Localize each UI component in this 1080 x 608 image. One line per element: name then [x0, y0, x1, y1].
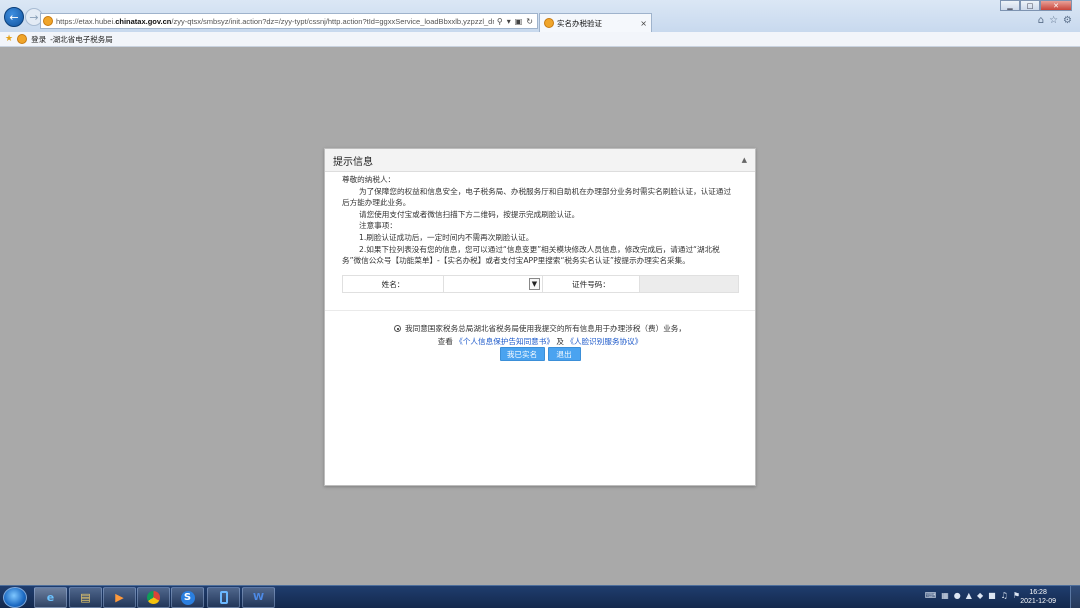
- favorite-site-link[interactable]: -湖北省电子税务局: [50, 34, 113, 45]
- address-tools: ⚲ ▾ ▣ ↻: [497, 17, 537, 26]
- shield-icon[interactable]: ◆: [977, 591, 983, 600]
- home-icon[interactable]: ⌂: [1038, 15, 1044, 26]
- favorite-site-icon: [17, 34, 28, 44]
- agree-radio[interactable]: [394, 325, 402, 332]
- word-icon[interactable]: W: [242, 587, 275, 608]
- taskbar: e ▤ ▶ S W ⌨ ▦ ● ▲ ◆ ■ ♫ ⚑ 16:28 2021-12-…: [0, 585, 1080, 608]
- view-prefix: 查看: [437, 337, 453, 346]
- dialog-body: 尊敬的纳税人： 为了保障您的权益和信息安全，电子税务局、办税服务厅和自助机在办理…: [325, 172, 755, 267]
- exit-button[interactable]: 退出: [547, 347, 581, 361]
- notice-dialog: 提示信息 ▲ 尊敬的纳税人： 为了保障您的权益和信息安全，电子税务局、办税服务厅…: [324, 148, 756, 486]
- explorer-icon[interactable]: ▤: [69, 587, 102, 608]
- gear-icon[interactable]: ⚙: [1063, 15, 1072, 26]
- system-tray: ⌨ ▦ ● ▲ ◆ ■ ♫ ⚑: [925, 591, 1020, 600]
- url-path: /zyy-qtsx/smbsyz/init.action?dz=/zyy-typ…: [171, 16, 494, 26]
- maximize-button[interactable]: □: [1020, 0, 1040, 11]
- clock-time: 16:28: [1029, 589, 1047, 596]
- confirm-verified-button[interactable]: 我已实名: [499, 347, 545, 361]
- star-icon[interactable]: ☆: [1049, 15, 1058, 26]
- dialog-title: 提示信息: [333, 156, 373, 168]
- note-2: 2.如果下拉列表没有您的信息，您可以通过“信息变更”相关模块修改人员信息，修改完…: [342, 244, 720, 266]
- favorites-bar: ★ 登录 -湖北省电子税务局: [0, 32, 1080, 47]
- phone-icon[interactable]: [207, 587, 240, 608]
- agreement-line: 我同意国家税务总局湖北省税务局使用我提交的所有信息用于办理涉税（费）业务，: [325, 322, 755, 335]
- qq-icon[interactable]: ●: [954, 591, 961, 600]
- show-desktop-button[interactable]: [1070, 586, 1080, 608]
- tab-smbs[interactable]: 实名办税验证 ×: [539, 13, 652, 32]
- id-number-field[interactable]: [639, 276, 738, 292]
- name-label: 姓名：: [381, 279, 405, 289]
- volume-icon[interactable]: ♫: [1001, 591, 1008, 600]
- chevron-down-icon[interactable]: ▼: [529, 278, 540, 290]
- browser-tools: ⌂ ☆ ⚙: [1038, 15, 1072, 26]
- tab-title: 实名办税验证: [557, 18, 602, 28]
- id-number-label: 证件号码：: [572, 279, 610, 289]
- start-button[interactable]: [3, 587, 27, 608]
- dropdown-icon[interactable]: ▾: [507, 17, 511, 26]
- face-recognition-agreement-link[interactable]: 《人脸识别服务协议》: [566, 337, 642, 346]
- tab-close-icon[interactable]: ×: [640, 19, 651, 28]
- identity-form-row: 姓名： ▼ 证件号码：: [342, 275, 739, 293]
- refresh-icon[interactable]: ↻: [526, 17, 533, 26]
- agreement-text: 我同意国家税务总局湖北省税务局使用我提交的所有信息用于办理涉税（费）业务，: [405, 324, 686, 333]
- browser-titlebar: ← → https://etax.hubei.chinatax.gov.cn/z…: [0, 0, 1080, 32]
- ie-icon[interactable]: e: [34, 587, 67, 608]
- search-icon[interactable]: ⚲: [497, 17, 503, 26]
- keyboard-icon[interactable]: ⌨: [925, 591, 937, 600]
- favorite-login-link[interactable]: 登录: [31, 34, 46, 45]
- close-window-button[interactable]: ✕: [1040, 0, 1072, 11]
- sogou-icon[interactable]: S: [171, 587, 204, 608]
- notice-paragraph-1: 为了保障您的权益和信息安全，电子税务局、办税服务厅和自助机在办理部分业务时需实名…: [342, 186, 732, 208]
- minimize-button[interactable]: ▁: [1000, 0, 1020, 11]
- network-icon[interactable]: ▦: [941, 591, 949, 600]
- notice-paragraph-2: 请您使用支付宝或者微信扫描下方二维码，按提示完成刷脸认证。: [359, 209, 580, 219]
- dialog-buttons: 我已实名 退出: [325, 347, 755, 361]
- notes-title: 注意事项：: [359, 221, 397, 231]
- privacy-consent-link[interactable]: 《个人信息保护告知同意书》: [455, 337, 554, 346]
- arrow-left-icon: ←: [9, 10, 19, 24]
- folder-icon[interactable]: ■: [988, 591, 996, 600]
- flag-icon[interactable]: ⚑: [1013, 591, 1020, 600]
- address-bar[interactable]: https://etax.hubei.chinatax.gov.cn/zyy-q…: [40, 13, 538, 29]
- greeting: 尊敬的纳税人：: [342, 175, 396, 184]
- site-favicon-icon: [43, 16, 53, 26]
- window-controls: ▁ □ ✕: [1000, 0, 1072, 11]
- url-prefix: https://etax.hubei.: [56, 16, 116, 26]
- chrome-icon[interactable]: [137, 587, 170, 608]
- and-text: 及: [556, 337, 564, 346]
- url-domain: chinatax.gov.cn: [115, 16, 172, 26]
- dialog-header: 提示信息 ▲: [325, 149, 755, 172]
- media-player-icon[interactable]: ▶: [103, 587, 136, 608]
- collapse-icon[interactable]: ▲: [742, 156, 747, 164]
- clock[interactable]: 16:28 2021-12-09: [1020, 588, 1056, 606]
- security-icon[interactable]: ▲: [966, 591, 972, 600]
- agreement-section: 我同意国家税务总局湖北省税务局使用我提交的所有信息用于办理涉税（费）业务， 查看…: [325, 322, 755, 348]
- back-button[interactable]: ←: [4, 7, 24, 27]
- name-select[interactable]: ▼: [443, 276, 543, 292]
- tab-favicon-icon: [544, 18, 554, 28]
- divider: [325, 310, 755, 311]
- url-text[interactable]: https://etax.hubei.chinatax.gov.cn/zyy-q…: [56, 17, 494, 26]
- arrow-right-icon: →: [29, 10, 39, 24]
- clock-date: 2021-12-09: [1020, 598, 1056, 605]
- favorites-star-icon[interactable]: ★: [5, 34, 13, 44]
- lock-icon[interactable]: ▣: [515, 17, 523, 26]
- note-1: 1.刷脸认证成功后，一定时间内不需再次刷脸认证。: [359, 232, 534, 242]
